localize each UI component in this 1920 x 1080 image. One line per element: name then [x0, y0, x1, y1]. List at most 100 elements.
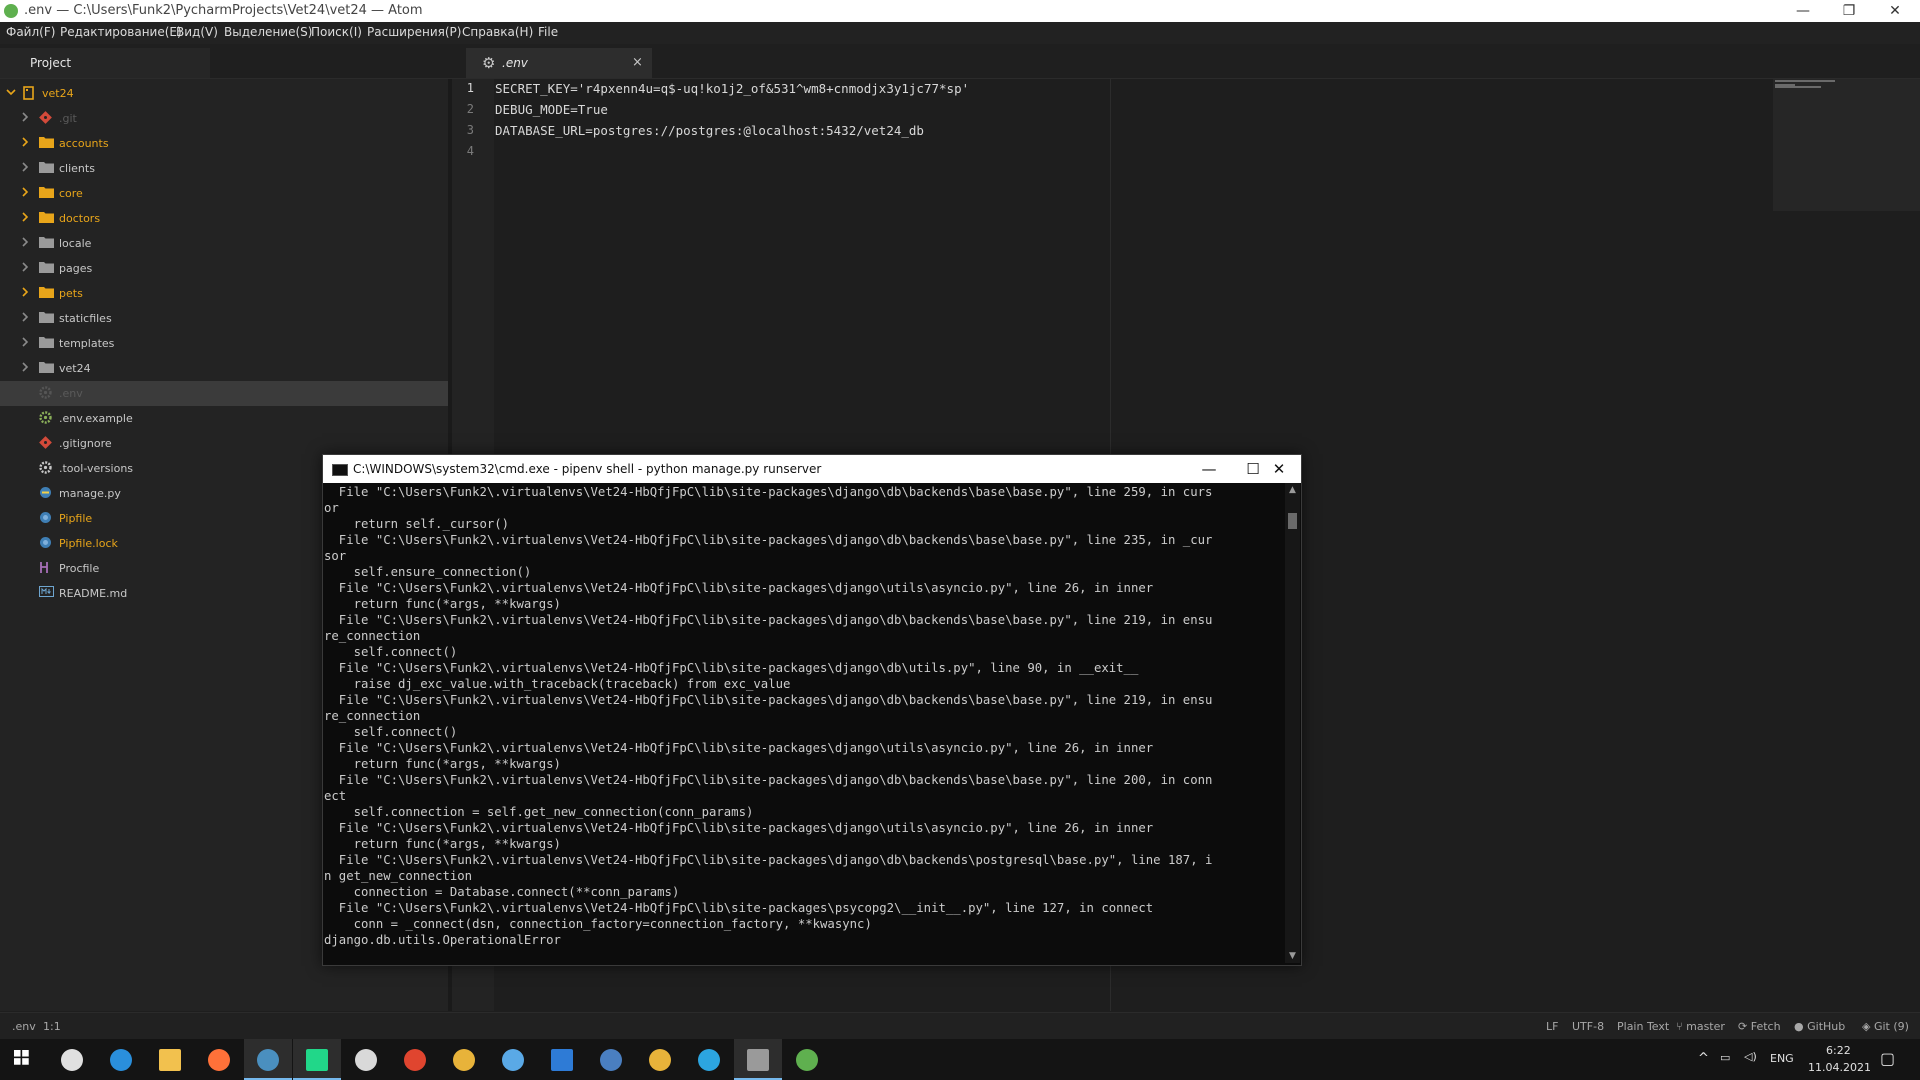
close-button[interactable]: ✕ [1872, 0, 1918, 22]
cmd-window[interactable]: C:\WINDOWS\system32\cmd.exe - pipenv she… [322, 454, 1302, 966]
status-eol[interactable]: LF [1546, 1020, 1558, 1033]
taskbar-app-drop[interactable] [489, 1039, 537, 1080]
tree-item[interactable]: .git [0, 106, 448, 131]
tree-item[interactable]: vet24 [0, 356, 448, 381]
tree-item[interactable]: locale [0, 231, 448, 256]
cmd-output-line: conn = _connect(dsn, connection_factory=… [324, 917, 872, 931]
menu-find[interactable]: Поиск(I) [311, 25, 362, 39]
minimap[interactable] [1773, 79, 1920, 211]
chevron-right-icon [20, 287, 30, 297]
clock-time[interactable]: 6:22 [1826, 1044, 1851, 1057]
status-github[interactable]: ● GitHub [1794, 1020, 1845, 1033]
tree-item-label: templates [59, 337, 115, 350]
edge-icon [110, 1049, 132, 1071]
scroll-down-icon[interactable]: ▼ [1285, 949, 1300, 963]
taskbar-terminal[interactable] [734, 1039, 782, 1080]
tab-env[interactable]: ⚙ .env × [466, 48, 652, 78]
status-branch[interactable]: ⑂ master [1676, 1020, 1725, 1033]
taskbar-steam[interactable] [244, 1039, 292, 1080]
taskbar-firefox[interactable] [195, 1039, 243, 1080]
code-line[interactable]: SECRET_KEY='r4pxenn4u=q$-uq!ko1j2_of&531… [495, 81, 969, 96]
volume-icon[interactable]: ◁) [1744, 1050, 1757, 1063]
pycharm-icon [306, 1049, 328, 1071]
maximize-button[interactable]: ❐ [1826, 0, 1872, 22]
menu-help[interactable]: Справка(H) [462, 25, 533, 39]
notifications-icon[interactable]: ▢ [1880, 1049, 1895, 1068]
taskbar-chrome[interactable] [440, 1039, 488, 1080]
code-line[interactable]: DATABASE_URL=postgres://postgres:@localh… [495, 123, 924, 138]
cmd-output-line: File "C:\Users\Funk2\.virtualenvs\Vet24-… [324, 533, 1213, 547]
scroll-up-icon[interactable]: ▲ [1285, 483, 1300, 497]
tree-item-label: Pipfile [59, 512, 93, 525]
atom-icon [796, 1049, 818, 1071]
folder-icon [39, 236, 55, 250]
status-fetch[interactable]: ⟳ Fetch [1738, 1020, 1781, 1033]
tree-item[interactable]: accounts [0, 131, 448, 156]
menu-selection[interactable]: Выделение(S) [224, 25, 312, 39]
tree-item[interactable]: templates [0, 331, 448, 356]
lang-indicator[interactable]: ENG [1770, 1052, 1794, 1065]
chevron-right-icon [20, 237, 30, 247]
tree-item[interactable]: core [0, 181, 448, 206]
taskbar-app-red[interactable] [391, 1039, 439, 1080]
python-icon [39, 511, 55, 525]
tree-item-label: Pipfile.lock [59, 537, 118, 550]
terminal-icon [747, 1049, 769, 1071]
tree-item[interactable]: doctors [0, 206, 448, 231]
status-file[interactable]: .env [12, 1020, 36, 1033]
tab-close-icon[interactable]: × [632, 55, 643, 70]
tray-chevron-icon[interactable]: ^ [1698, 1051, 1709, 1066]
tree-item[interactable]: pets [0, 281, 448, 306]
cmd-output-line: re_connection [324, 629, 421, 643]
code-line[interactable]: DEBUG_MODE=True [495, 102, 608, 117]
tree-item[interactable]: .gitignore [0, 431, 448, 456]
cmd-output-line: self.connect() [324, 645, 458, 659]
status-branch-label: master [1686, 1020, 1725, 1033]
tree-item[interactable]: staticfiles [0, 306, 448, 331]
tree-root-label: vet24 [42, 87, 74, 100]
taskbar-file-explorer[interactable] [146, 1039, 194, 1080]
minimize-button[interactable]: — [1780, 0, 1826, 22]
menu-packages[interactable]: Расширения(P) [367, 25, 461, 39]
status-grammar[interactable]: Plain Text [1617, 1020, 1669, 1033]
taskbar-edge[interactable] [97, 1039, 145, 1080]
tree-item-label: .gitignore [59, 437, 112, 450]
menu-file-extra[interactable]: File [538, 25, 558, 39]
tree-root[interactable]: vet24 [0, 81, 448, 106]
cmd-output-line: File "C:\Users\Funk2\.virtualenvs\Vet24-… [324, 741, 1154, 755]
taskbar-atom[interactable] [783, 1039, 831, 1080]
scroll-thumb[interactable] [1288, 513, 1297, 529]
sync-icon: ⟳ [1738, 1020, 1748, 1033]
chevron-right-icon [20, 337, 30, 347]
menu-file[interactable]: Файл(F) [6, 25, 55, 39]
folder-icon [39, 186, 55, 200]
cmd-output-line: File "C:\Users\Funk2\.virtualenvs\Vet24-… [324, 661, 1139, 675]
cmd-close-button[interactable]: ✕ [1257, 455, 1301, 483]
taskbar-chrome-2[interactable] [636, 1039, 684, 1080]
clock-date[interactable]: 11.04.2021 [1808, 1061, 1871, 1074]
tab-project[interactable]: Project [0, 48, 210, 78]
start-button[interactable] [0, 1039, 48, 1080]
menu-edit[interactable]: Редактирование(E) [60, 25, 182, 39]
menu-view[interactable]: Вид(V) [176, 25, 218, 39]
cmd-title-bar[interactable]: C:\WINDOWS\system32\cmd.exe - pipenv she… [323, 455, 1301, 483]
taskbar-mail[interactable] [538, 1039, 586, 1080]
cmd-scrollbar[interactable]: ▲ ▼ [1285, 483, 1300, 963]
cmd-output[interactable]: File "C:\Users\Funk2\.virtualenvs\Vet24-… [324, 483, 1284, 963]
tree-item[interactable]: clients [0, 156, 448, 181]
taskbar-xbox[interactable] [342, 1039, 390, 1080]
taskbar-pycharm[interactable] [293, 1039, 341, 1080]
status-encoding[interactable]: UTF-8 [1572, 1020, 1604, 1033]
taskbar-task-view[interactable] [48, 1039, 96, 1080]
taskbar-qbittorrent[interactable] [587, 1039, 635, 1080]
tree-item[interactable]: .env [0, 381, 448, 406]
tree-item[interactable]: pages [0, 256, 448, 281]
tab-env-label: .env [502, 56, 528, 70]
tree-item[interactable]: .env.example [0, 406, 448, 431]
network-icon[interactable]: ▭ [1720, 1051, 1730, 1064]
app-red-icon [404, 1049, 426, 1071]
status-cursor[interactable]: 1:1 [43, 1020, 61, 1033]
status-git[interactable]: ◈ Git (9) [1862, 1020, 1909, 1033]
cmd-minimize-button[interactable]: — [1187, 455, 1231, 483]
taskbar-telegram[interactable] [685, 1039, 733, 1080]
